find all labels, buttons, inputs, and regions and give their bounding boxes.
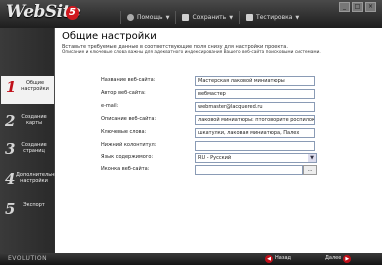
test-icon bbox=[246, 14, 254, 21]
field-label: Нижний колонтитул: bbox=[101, 142, 157, 148]
help-icon bbox=[127, 14, 134, 21]
save-label: Сохранить bbox=[192, 14, 227, 21]
chevron-down-icon: ▼ bbox=[308, 154, 316, 162]
form-row-author: Автор веб-сайта: вебмастер bbox=[55, 89, 382, 99]
page-title: Общие настройки bbox=[62, 31, 157, 42]
next-label: Далее bbox=[325, 255, 342, 261]
sidebar-step-5[interactable]: 5 Экспорт bbox=[0, 198, 54, 226]
chevron-down-icon: ▼ bbox=[229, 14, 234, 21]
step-label: Создание карты bbox=[21, 114, 47, 126]
field-label: Название веб-сайта: bbox=[101, 77, 156, 83]
save-icon bbox=[182, 14, 190, 21]
description-input[interactable]: лаковой миниатюры: птоговорите роспилок,… bbox=[195, 115, 315, 125]
form-row-footer: Нижний колонтитул: bbox=[55, 141, 382, 151]
toolbar: Помощь ▼ Сохранить ▼ Тестировка ▼ bbox=[120, 11, 305, 24]
sidebar-step-1[interactable]: 1 Общие настройки bbox=[1, 76, 54, 104]
minimize-button[interactable]: _ bbox=[339, 2, 350, 12]
sidebar-step-4[interactable]: 4 Дополнительные настройки bbox=[0, 168, 62, 196]
top-bar: WebSite 5 Помощь ▼ Сохранить ▼ Тестировк… bbox=[0, 0, 382, 28]
sidebar-step-2[interactable]: 2 Создание карты bbox=[0, 110, 54, 138]
step-number: 4 bbox=[5, 170, 16, 188]
main-panel: Общие настройки Вставьте требуемые данны… bbox=[55, 28, 382, 253]
field-label: Язык содержимого: bbox=[101, 154, 154, 160]
field-label: Иконка веб-сайта: bbox=[101, 166, 150, 172]
keywords-input[interactable]: шкатулки, лаковая миниатюра, Палех bbox=[195, 128, 315, 138]
back-label: Назад bbox=[275, 255, 292, 261]
form-row-site-name: Название веб-сайта: Мастерская лаковой м… bbox=[55, 76, 382, 86]
field-label: e-mail: bbox=[101, 103, 119, 109]
step-label: Общие настройки bbox=[21, 80, 49, 92]
language-select[interactable]: RU - Русский ▼ bbox=[195, 153, 317, 163]
step-label: Экспорт bbox=[23, 202, 45, 208]
site-icon-input[interactable] bbox=[195, 165, 303, 175]
form-row-description: Описание веб-сайта: лаковой миниатюры: п… bbox=[55, 115, 382, 125]
app-window: WebSite 5 Помощь ▼ Сохранить ▼ Тестировк… bbox=[0, 0, 382, 265]
help-label: Помощь bbox=[137, 14, 163, 21]
logo: WebSite 5 bbox=[6, 2, 81, 24]
form-row-email: e-mail: webmaster@lacquered.ru bbox=[55, 102, 382, 112]
sidebar: 1 Общие настройки 2 Создание карты 3 Соз… bbox=[0, 28, 62, 253]
step-label: Дополнительные настройки bbox=[16, 172, 62, 184]
sidebar-step-3[interactable]: 3 Создание страниц bbox=[0, 138, 54, 166]
form-row-icon: Иконка веб-сайта: ... bbox=[55, 165, 382, 175]
bottom-bar: EVOLUTION ◀ Назад Далее ▶ bbox=[0, 253, 382, 265]
test-button[interactable]: Тестировка ▼ bbox=[239, 11, 305, 24]
help-button[interactable]: Помощь ▼ bbox=[120, 11, 175, 24]
field-label: Ключевые слова: bbox=[101, 129, 147, 135]
back-button[interactable]: ◀ Назад bbox=[265, 254, 291, 263]
description-line-2: Описание и ключевые слова важны для адек… bbox=[62, 50, 321, 55]
author-input[interactable]: вебмастер bbox=[195, 89, 315, 99]
field-label: Описание веб-сайта: bbox=[101, 116, 157, 122]
field-label: Автор веб-сайта: bbox=[101, 90, 146, 96]
logo-version-badge: 5 bbox=[66, 6, 79, 20]
step-number: 2 bbox=[5, 112, 16, 130]
chevron-down-icon: ▼ bbox=[165, 14, 170, 21]
step-label: Создание страниц bbox=[21, 142, 47, 154]
chevron-down-icon: ▼ bbox=[295, 14, 300, 21]
arrow-right-icon: ▶ bbox=[343, 254, 352, 263]
arrow-left-icon: ◀ bbox=[265, 254, 273, 263]
language-value: RU - Русский bbox=[198, 155, 232, 161]
step-number: 3 bbox=[5, 140, 16, 158]
step-number: 5 bbox=[5, 200, 16, 218]
maximize-button[interactable]: □ bbox=[352, 2, 363, 12]
next-button[interactable]: Далее ▶ bbox=[325, 254, 352, 263]
email-input[interactable]: webmaster@lacquered.ru bbox=[195, 102, 315, 112]
step-number: 1 bbox=[6, 78, 17, 96]
window-controls: _ □ × bbox=[339, 2, 376, 12]
save-button[interactable]: Сохранить ▼ bbox=[175, 11, 239, 24]
site-name-input[interactable]: Мастерская лаковой миниатюры bbox=[195, 76, 315, 86]
footer-brand: EVOLUTION bbox=[8, 255, 48, 262]
close-button[interactable]: × bbox=[365, 2, 376, 12]
browse-button[interactable]: ... bbox=[303, 165, 317, 175]
test-label: Тестировка bbox=[256, 14, 293, 21]
footer-input[interactable] bbox=[195, 141, 315, 151]
form-row-language: Язык содержимого: RU - Русский ▼ bbox=[55, 153, 382, 163]
form-row-keywords: Ключевые слова: шкатулки, лаковая миниат… bbox=[55, 128, 382, 138]
